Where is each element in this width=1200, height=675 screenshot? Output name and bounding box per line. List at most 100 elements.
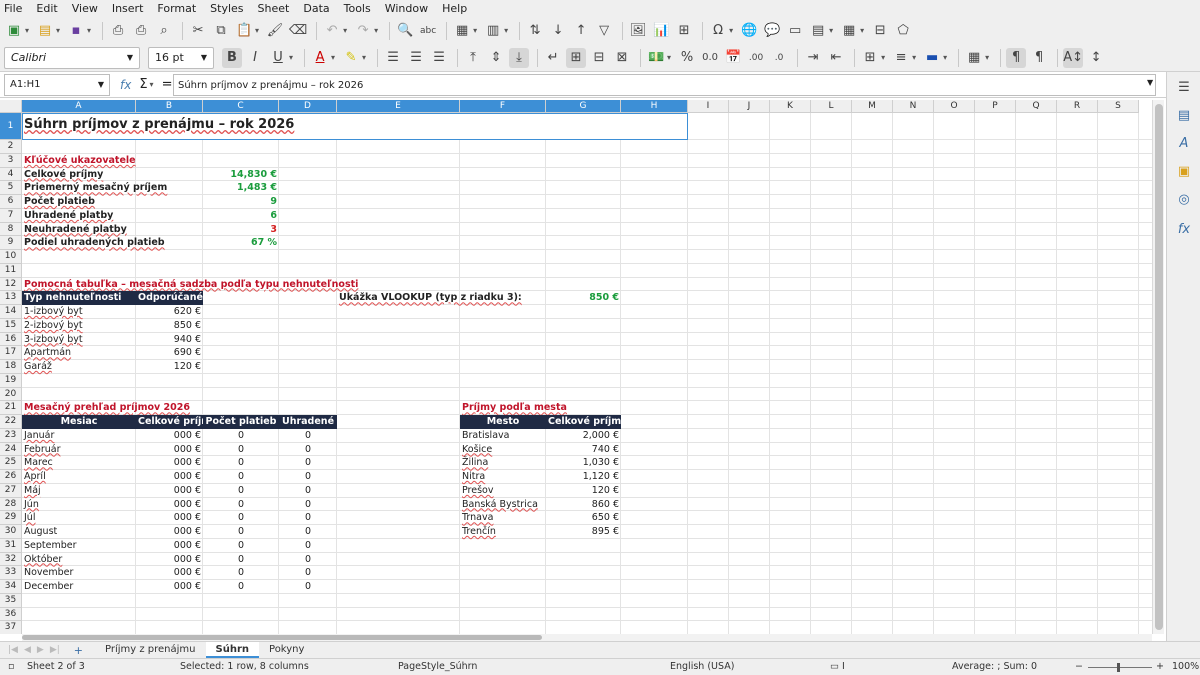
row-header[interactable]: 15 bbox=[0, 318, 22, 333]
sum-icon[interactable]: Σ bbox=[139, 77, 147, 92]
row-header[interactable]: 8 bbox=[0, 222, 22, 237]
split-window-icon[interactable]: ⊟ bbox=[870, 21, 890, 41]
row-header[interactable]: 10 bbox=[0, 250, 22, 264]
row-header[interactable]: 35 bbox=[0, 593, 22, 608]
row-header[interactable]: 14 bbox=[0, 305, 22, 319]
row-header[interactable]: 7 bbox=[0, 208, 22, 223]
align-left-icon[interactable]: ☰ bbox=[383, 48, 403, 68]
styles-icon[interactable]: A bbox=[1175, 136, 1193, 154]
row-header[interactable]: 27 bbox=[0, 483, 22, 498]
italic-icon[interactable]: I bbox=[245, 48, 265, 68]
row-header[interactable]: 6 bbox=[0, 195, 22, 209]
tab-pokyny[interactable]: Pokyny bbox=[259, 642, 314, 658]
column-header-n[interactable]: N bbox=[893, 100, 934, 113]
column-header-a[interactable]: A bbox=[22, 100, 136, 113]
row-header[interactable]: 37 bbox=[0, 621, 22, 634]
horizontal-scroll-thumb[interactable] bbox=[22, 635, 542, 640]
column-header-q[interactable]: Q bbox=[1016, 100, 1057, 113]
vertical-scroll-thumb[interactable] bbox=[1155, 104, 1163, 630]
increase-indent-icon[interactable]: ⇥ bbox=[803, 48, 823, 68]
row-header[interactable]: 30 bbox=[0, 525, 22, 539]
formula-icon[interactable]: = bbox=[162, 77, 173, 92]
menu-item-insert[interactable]: Insert bbox=[112, 2, 144, 15]
export-pdf-icon[interactable]: ⎙ bbox=[108, 21, 128, 41]
menu-item-edit[interactable]: Edit bbox=[36, 2, 57, 15]
next-sheet-icon[interactable]: ▶ bbox=[37, 645, 44, 655]
sort-descending-icon[interactable]: ↑ bbox=[571, 21, 591, 41]
menu-item-window[interactable]: Window bbox=[385, 2, 428, 15]
row-header[interactable]: 24 bbox=[0, 442, 22, 457]
clone-formatting-icon[interactable]: 🖌 bbox=[265, 21, 285, 41]
print-icon[interactable]: ⎙ bbox=[131, 21, 151, 41]
merge-center-icon[interactable]: ⊞ bbox=[566, 47, 587, 68]
row-icon[interactable]: ▦ bbox=[452, 21, 472, 41]
print-preview-icon[interactable]: ⌕ bbox=[154, 21, 174, 41]
spelling-icon[interactable]: abc bbox=[418, 21, 438, 41]
new-document-icon[interactable]: ▣ bbox=[4, 21, 24, 41]
properties-icon[interactable]: ▤ bbox=[1175, 108, 1193, 126]
border-color-icon[interactable]: ▬ bbox=[922, 48, 942, 68]
row-header[interactable]: 26 bbox=[0, 470, 22, 484]
formula-input[interactable]: Súhrn príjmov z prenájmu – rok 2026 bbox=[173, 74, 1156, 96]
selection-mode-icon[interactable]: ▭ I bbox=[830, 661, 845, 672]
column-header-c[interactable]: C bbox=[203, 100, 279, 113]
sort-icon[interactable]: ⇅ bbox=[525, 21, 545, 41]
menu-icon[interactable]: ☰ bbox=[1175, 80, 1193, 98]
tab-prijmy[interactable]: Príjmy z prenájmu bbox=[95, 642, 206, 658]
underline-icon[interactable]: U bbox=[268, 48, 288, 68]
vertical-text-icon[interactable]: ↕ bbox=[1086, 48, 1106, 68]
row-header[interactable]: 19 bbox=[0, 373, 22, 388]
navigator-icon[interactable]: ◎ bbox=[1175, 192, 1193, 210]
font-size-box[interactable]: 16 pt ▼ bbox=[148, 46, 214, 69]
horizontal-scrollbar[interactable] bbox=[22, 634, 1152, 641]
column-header-e[interactable]: E bbox=[337, 100, 460, 113]
gallery-icon[interactable]: ▣ bbox=[1175, 164, 1193, 182]
redo-icon[interactable]: ↷ bbox=[353, 21, 373, 41]
column-header-r[interactable]: R bbox=[1057, 100, 1098, 113]
row-header[interactable]: 31 bbox=[0, 538, 22, 553]
zoom-slider-thumb[interactable] bbox=[1117, 663, 1120, 672]
column-icon[interactable]: ▥ bbox=[483, 21, 503, 41]
spreadsheet-grid[interactable]: A B C D E F G H I J K L M N O P Q R S 1 2 3 4 5 6 7 8 9 10 11 12 13 14 15… bbox=[0, 100, 1152, 634]
decrease-indent-icon[interactable]: ⇤ bbox=[826, 48, 846, 68]
zoom-in-icon[interactable]: + bbox=[1156, 661, 1164, 672]
row-header[interactable]: 28 bbox=[0, 497, 22, 512]
autofilter-icon[interactable]: ▽ bbox=[594, 21, 614, 41]
menu-item-styles[interactable]: Styles bbox=[210, 2, 243, 15]
define-print-area-icon[interactable]: ▤ bbox=[808, 21, 828, 41]
row-header[interactable]: 36 bbox=[0, 607, 22, 622]
column-header-f[interactable]: F bbox=[460, 100, 546, 113]
column-header-o[interactable]: O bbox=[934, 100, 975, 113]
copy-icon[interactable]: ⧉ bbox=[211, 21, 231, 41]
align-bottom-icon[interactable]: ⤓ bbox=[509, 47, 530, 68]
comment-icon[interactable]: 💬 bbox=[762, 21, 782, 41]
headers-footers-icon[interactable]: ▭ bbox=[785, 21, 805, 41]
column-header-b[interactable]: B bbox=[136, 100, 203, 113]
font-color-icon[interactable]: A bbox=[310, 48, 330, 68]
row-header[interactable]: 25 bbox=[0, 456, 22, 470]
row-header[interactable]: 11 bbox=[0, 263, 22, 278]
first-sheet-icon[interactable]: |◀ bbox=[8, 645, 18, 655]
row-header[interactable]: 34 bbox=[0, 580, 22, 594]
number-format-icon[interactable]: 0.0 bbox=[700, 48, 720, 68]
row-header[interactable]: 33 bbox=[0, 566, 22, 580]
row-header[interactable]: 20 bbox=[0, 387, 22, 402]
row-header[interactable]: 23 bbox=[0, 428, 22, 443]
align-right-icon[interactable]: ☰ bbox=[429, 48, 449, 68]
menu-item-sheet[interactable]: Sheet bbox=[258, 2, 290, 15]
prev-sheet-icon[interactable]: ◀ bbox=[24, 645, 31, 655]
row-header[interactable]: 17 bbox=[0, 346, 22, 360]
cut-icon[interactable]: ✂ bbox=[188, 21, 208, 41]
zoom-out-icon[interactable]: − bbox=[1075, 661, 1083, 672]
hyperlink-icon[interactable]: 🌐 bbox=[739, 21, 759, 41]
page-style[interactable]: PageStyle_Súhrn bbox=[398, 661, 477, 672]
special-character-icon[interactable]: Ω bbox=[708, 21, 728, 41]
expand-formula-icon[interactable]: ▼ bbox=[1147, 78, 1153, 87]
wrap-text-icon[interactable]: ↵ bbox=[543, 48, 563, 68]
menu-item-tools[interactable]: Tools bbox=[344, 2, 371, 15]
column-header-s[interactable]: S bbox=[1098, 100, 1139, 113]
menu-item-view[interactable]: View bbox=[72, 2, 98, 15]
row-header[interactable]: 1 bbox=[0, 113, 22, 140]
sort-ascending-icon[interactable]: ↓ bbox=[548, 21, 568, 41]
add-sheet-icon[interactable]: + bbox=[74, 644, 83, 657]
